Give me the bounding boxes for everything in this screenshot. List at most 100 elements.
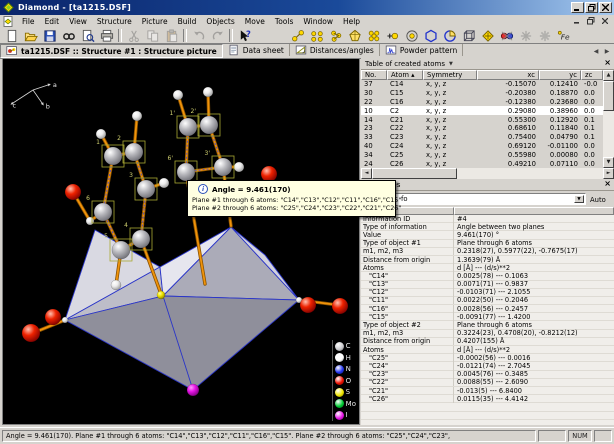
- atom-row-C2[interactable]: 10C2x, y, z0.290800.389600.0: [361, 106, 603, 115]
- scroll-down-icon[interactable]: ▼: [603, 157, 614, 168]
- property-row[interactable]: [361, 403, 614, 411]
- tab-structure-picture[interactable]: ta1215.DSF :: Structure #1 : Structure p…: [0, 44, 223, 58]
- property-row[interactable]: [361, 420, 614, 425]
- tab-distances-angles[interactable]: Distances/angles: [290, 44, 380, 56]
- save-button[interactable]: [40, 27, 59, 44]
- column-header-atom[interactable]: Atom ▴: [387, 70, 423, 80]
- menu-view[interactable]: View: [64, 16, 92, 27]
- atom-sphere-H[interactable]: [62, 317, 68, 323]
- hydrogen-bonds-button[interactable]: [497, 27, 516, 44]
- star-tool-button[interactable]: [516, 27, 535, 44]
- atom-row-C25[interactable]: 34C25x, y, z0.559800.000800.0: [361, 150, 603, 159]
- atom-sphere-C[interactable]: [200, 116, 218, 134]
- atom-sphere-H[interactable]: [159, 178, 169, 188]
- atom-sphere-H[interactable]: [173, 90, 183, 100]
- scroll-up-icon[interactable]: ▲: [603, 70, 614, 81]
- ring-button[interactable]: [421, 27, 440, 44]
- atom-sphere-C[interactable]: [112, 241, 130, 259]
- mdi-restore-button[interactable]: [585, 16, 597, 26]
- atom-sphere-O[interactable]: [300, 297, 316, 313]
- atom-sphere-S[interactable]: [157, 291, 165, 299]
- complete-fragments-button[interactable]: [307, 27, 326, 44]
- star-tool2-button[interactable]: [535, 27, 554, 44]
- atom-row-C22[interactable]: 23C22x, y, z0.686100.118400.1: [361, 124, 603, 133]
- atom-sphere-C[interactable]: [177, 163, 195, 181]
- atom-sphere-C[interactable]: [179, 118, 197, 136]
- redo-button[interactable]: [208, 27, 227, 44]
- combo-dropdown-icon[interactable]: ▼: [574, 195, 584, 203]
- atom-sphere-C[interactable]: [214, 158, 232, 176]
- build-polyhedra-button[interactable]: [345, 27, 364, 44]
- atom-sphere-C[interactable]: [132, 230, 150, 248]
- atom-row-C24[interactable]: 40C24x, y, z0.69120-0.011000.0: [361, 142, 603, 151]
- atoms-table-close-icon[interactable]: ×: [604, 59, 611, 67]
- atom-sphere-H[interactable]: [132, 111, 142, 121]
- column-header-yc[interactable]: yc: [539, 70, 581, 80]
- print-preview-button[interactable]: [78, 27, 97, 44]
- undo-button[interactable]: [189, 27, 208, 44]
- column-header-symmetry[interactable]: Symmetry: [423, 70, 477, 80]
- atoms-table-horizontal-scrollbar[interactable]: ◄ ►: [361, 168, 614, 179]
- menu-edit[interactable]: Edit: [40, 16, 65, 27]
- atom-sphere-H[interactable]: [96, 129, 106, 139]
- tab-scroll-right-icon[interactable]: ▶: [602, 46, 612, 56]
- atom-row-C21[interactable]: 14C21x, y, z0.553000.129200.1: [361, 115, 603, 124]
- atom-sphere-C[interactable]: [125, 143, 143, 161]
- atom-sphere-O[interactable]: [332, 298, 348, 314]
- new-document-button[interactable]: [2, 27, 21, 44]
- connect-atoms-button[interactable]: [288, 27, 307, 44]
- cut-button[interactable]: [124, 27, 143, 44]
- fill-cell-button[interactable]: [364, 27, 383, 44]
- restore-button[interactable]: [585, 2, 598, 13]
- atom-row-C15[interactable]: 30C15x, y, z-0.203800.188700.0: [361, 89, 603, 98]
- scroll-right-icon[interactable]: ►: [603, 168, 614, 179]
- atoms-table-vertical-scrollbar[interactable]: ▲ ▼: [603, 70, 614, 168]
- menu-structure[interactable]: Structure: [92, 16, 137, 27]
- document-icon[interactable]: [3, 16, 14, 27]
- atom-sphere-H[interactable]: [86, 217, 94, 225]
- menu-build[interactable]: Build: [173, 16, 202, 27]
- coordination-sphere-button[interactable]: [402, 27, 421, 44]
- menu-file[interactable]: File: [17, 16, 40, 27]
- atom-row-C26[interactable]: 24C26x, y, z0.492100.071100.0: [361, 159, 603, 168]
- atom-sphere-I[interactable]: [187, 384, 199, 396]
- menu-move[interactable]: Move: [240, 16, 270, 27]
- property-row[interactable]: "C26"0.0115(35) --- 4.4142: [361, 395, 614, 403]
- close-button[interactable]: [599, 2, 612, 13]
- paste-button[interactable]: [162, 27, 181, 44]
- print-button[interactable]: [97, 27, 116, 44]
- atom-sphere-C[interactable]: [137, 180, 155, 198]
- column-header-xc[interactable]: xc: [477, 70, 539, 80]
- grow-cluster-button[interactable]: [326, 27, 345, 44]
- mdi-minimize-button[interactable]: [571, 16, 583, 26]
- element-symbol-button[interactable]: Fe: [554, 27, 573, 44]
- properties-header[interactable]: Properties ×: [361, 179, 614, 191]
- atom-sphere-H[interactable]: [111, 280, 121, 290]
- property-row[interactable]: [361, 412, 614, 420]
- column-header-no[interactable]: No.: [361, 70, 387, 80]
- mdi-close-button[interactable]: [599, 16, 611, 26]
- packing-button[interactable]: [478, 27, 497, 44]
- atom-sphere-O[interactable]: [22, 324, 40, 342]
- atom-sphere-H[interactable]: [203, 87, 213, 97]
- tab-scroll-left-icon[interactable]: ◀: [591, 46, 601, 56]
- structure-viewport[interactable]: 1234561'2'3'6'abc CHNOSMoI: [2, 58, 360, 425]
- open-file-button[interactable]: [21, 27, 40, 44]
- atom-sphere-O[interactable]: [45, 309, 61, 325]
- tab-data-sheet[interactable]: Data sheet: [223, 44, 290, 56]
- atom-sphere-C[interactable]: [94, 203, 112, 221]
- atom-sphere-C[interactable]: [104, 147, 122, 165]
- atom-row-C16[interactable]: 22C16x, y, z-0.123800.236800.0: [361, 98, 603, 107]
- auto-toggle[interactable]: Auto: [590, 196, 606, 204]
- chevron-down-icon[interactable]: ▼: [449, 61, 453, 67]
- vscroll-thumb[interactable]: [603, 81, 614, 111]
- menu-window[interactable]: Window: [298, 16, 338, 27]
- atom-sphere-O[interactable]: [65, 184, 81, 200]
- atom-row-C23[interactable]: 33C23x, y, z0.754000.047900.1: [361, 133, 603, 142]
- find-button[interactable]: [59, 27, 78, 44]
- column-header-zc[interactable]: zc: [581, 70, 603, 80]
- menu-objects[interactable]: Objects: [201, 16, 239, 27]
- add-atom-button[interactable]: [383, 27, 402, 44]
- prop-value-column[interactable]: [454, 207, 614, 215]
- copy-button[interactable]: [143, 27, 162, 44]
